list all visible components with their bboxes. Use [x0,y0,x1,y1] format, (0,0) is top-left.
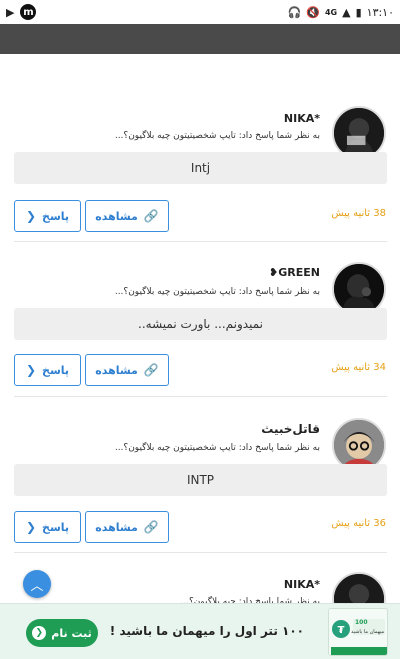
ad-thumb-line: میهمان ما باشید [351,629,385,635]
chevron-up-icon: ︿ [30,578,44,594]
signal-icon: ▲ [342,5,351,19]
answer-text: Intj [14,152,387,184]
post-time: 36 ثانیه پیش [331,518,386,529]
svg-text:₮: ₮ [338,625,345,636]
register-label: ثبت نام [51,626,92,640]
reply-button[interactable]: پاسخ ❮ [14,511,81,543]
reply-label: پاسخ [42,209,70,223]
chevron-left-icon: ❮ [32,626,47,640]
chevron-left-icon: ❮ [25,363,37,377]
view-label: مشاهده [95,520,138,534]
view-button[interactable]: 🔗 مشاهده [85,200,169,232]
reply-button[interactable]: پاسخ ❮ [14,200,81,232]
heart-icon: ❥ [269,266,279,279]
post-time: 34 ثانیه پیش [331,362,386,373]
view-button[interactable]: 🔗 مشاهده [85,511,169,543]
answer-text: INTP [14,464,387,496]
chevron-left-icon: ❮ [25,209,37,223]
view-label: مشاهده [95,209,138,223]
view-label: مشاهده [95,363,138,377]
view-button[interactable]: 🔗 مشاهده [85,354,169,386]
activity-feed[interactable]: *NIKA به نظر شما پاسخ داد: تایپ شخصیتیتو… [0,54,400,614]
reply-label: پاسخ [42,363,70,377]
post-subline: به نظر شما پاسخ داد: تایپ شخصیتیتون چیه … [114,131,320,141]
reply-button[interactable]: پاسخ ❮ [14,354,81,386]
mute-icon: 🔇 [306,5,320,19]
reply-label: پاسخ [42,520,70,534]
app-toolbar [0,24,400,54]
username[interactable]: قاتل‌خبیث [261,422,320,436]
username-text: GREEN [278,266,320,279]
brand-m-icon: m [20,4,37,20]
status-bar: ▶ m 🎧 🔇 4G ▲ ▮ ۱۳:۱۰ [0,0,400,24]
battery-icon: ▮ [355,5,362,19]
divider [14,552,387,553]
username[interactable]: GREEN❥ [269,266,320,279]
network-label: 4G [324,7,338,17]
ad-banner[interactable]: ₮ 100 میهمان ما باشید ۱۰۰ تتر اول را میه… [0,603,400,659]
play-icon: ▶ [6,5,15,19]
post-subline: به نظر شما پاسخ داد: تایپ شخصیتیتون چیه … [114,287,320,297]
link-icon: 🔗 [143,520,159,534]
divider [14,241,387,242]
post-subline: به نظر شما پاسخ داد: تایپ شخصیتیتون چیه … [114,443,320,453]
answer-text: نمیدونم... باورت نمیشه.. [14,308,387,340]
divider [14,396,387,397]
scroll-top-button[interactable]: ︿ [23,570,51,598]
clock: ۱۳:۱۰ [366,5,394,19]
post-time: 38 ثانیه پیش [331,208,386,219]
username[interactable]: *NIKA [284,578,320,591]
link-icon: 🔗 [143,363,159,377]
ad-text: ۱۰۰ تتر اول را میهمان ما باشید ! [109,624,304,638]
ad-thumb-amount: 100 [355,619,368,626]
username[interactable]: *NIKA [284,112,320,125]
ad-thumbnail[interactable]: ₮ 100 میهمان ما باشید [328,608,388,656]
headphones-icon: 🎧 [287,5,302,19]
link-icon: 🔗 [143,209,159,223]
chevron-left-icon: ❮ [25,520,37,534]
register-button[interactable]: ثبت نام ❮ [26,619,98,647]
